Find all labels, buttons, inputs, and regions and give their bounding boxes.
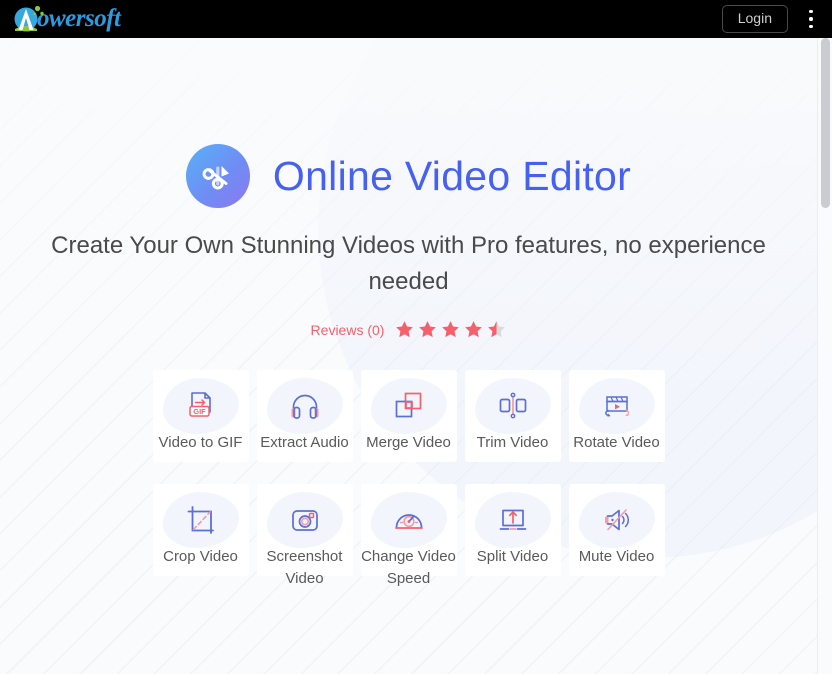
tool-label: Split Video [476, 548, 549, 565]
page-title: Online Video Editor [272, 152, 632, 199]
tool-label: Trim Video [476, 434, 549, 451]
speaker-mute-icon [595, 498, 639, 542]
tool-label: Video to GIF [158, 434, 243, 451]
gif-file-icon: GIF [179, 384, 223, 428]
headphones-icon [283, 384, 327, 428]
scissors-icon [185, 144, 250, 208]
page-scrollbar[interactable] [817, 38, 832, 674]
browser-top-bar: powersoft Login [0, 0, 832, 38]
reviews-row: Reviews (0) [0, 320, 817, 339]
tool-label: Merge Video [366, 434, 451, 451]
tool-label: Mute Video [578, 548, 655, 565]
top-bar-actions: Login [721, 4, 832, 34]
trim-icon [491, 384, 535, 428]
hero-section: Online Video Editor Create Your Own Stun… [0, 38, 817, 339]
tool-card-split-video[interactable]: Split Video [464, 484, 561, 576]
star-icon-full-4 [465, 321, 483, 338]
page-content: Online Video Editor Create Your Own Stun… [0, 38, 817, 674]
tool-card-trim-video[interactable]: Trim Video [464, 370, 561, 462]
tool-card-video-to-gif[interactable]: GIF Video to GIF [152, 370, 249, 462]
crop-icon [179, 498, 223, 542]
star-icon-full-2 [419, 321, 437, 338]
login-button[interactable]: Login [721, 4, 788, 34]
tool-label: Crop Video [163, 548, 238, 565]
hero-subtitle: Create Your Own Stunning Videos with Pro… [51, 232, 766, 295]
tool-card-merge-video[interactable]: Merge Video [360, 370, 457, 462]
tool-label: Rotate Video [573, 434, 660, 451]
reviews-link[interactable]: Reviews (0) [311, 322, 385, 338]
tool-label: Change Video Speed [361, 548, 456, 587]
tool-card-screenshot-video[interactable]: Screenshot Video [256, 484, 353, 587]
apowersoft-logo-mark [12, 4, 46, 34]
camera-icon [283, 498, 327, 542]
hero-title-row: Online Video Editor [0, 144, 817, 208]
scrollbar-thumb[interactable] [821, 38, 830, 208]
star-icon-full-3 [442, 321, 460, 338]
tool-card-crop-video[interactable]: Crop Video [152, 484, 249, 576]
tool-grid: GIF Video to GIF Extract Audio Merge Vid… [152, 370, 665, 587]
star-icon-half-5 [488, 321, 506, 338]
merge-squares-icon [387, 384, 431, 428]
kebab-menu-icon[interactable] [798, 4, 824, 34]
tool-card-change-video-speed[interactable]: Change Video Speed [360, 484, 457, 587]
apowersoft-logo[interactable]: powersoft [12, 2, 121, 36]
tool-label: Screenshot Video [266, 548, 343, 587]
tool-card-rotate-video[interactable]: Rotate Video [568, 370, 665, 462]
tool-card-mute-video[interactable]: Mute Video [568, 484, 665, 576]
tool-card-extract-audio[interactable]: Extract Audio [256, 370, 353, 462]
speedometer-icon [387, 498, 431, 542]
svg-text:GIF: GIF [193, 407, 206, 416]
star-icon-full-1 [396, 321, 414, 338]
tool-label: Extract Audio [260, 434, 349, 451]
split-upload-icon [491, 498, 535, 542]
rating-stars[interactable] [395, 320, 506, 339]
clapperboard-rotate-icon [595, 384, 639, 428]
